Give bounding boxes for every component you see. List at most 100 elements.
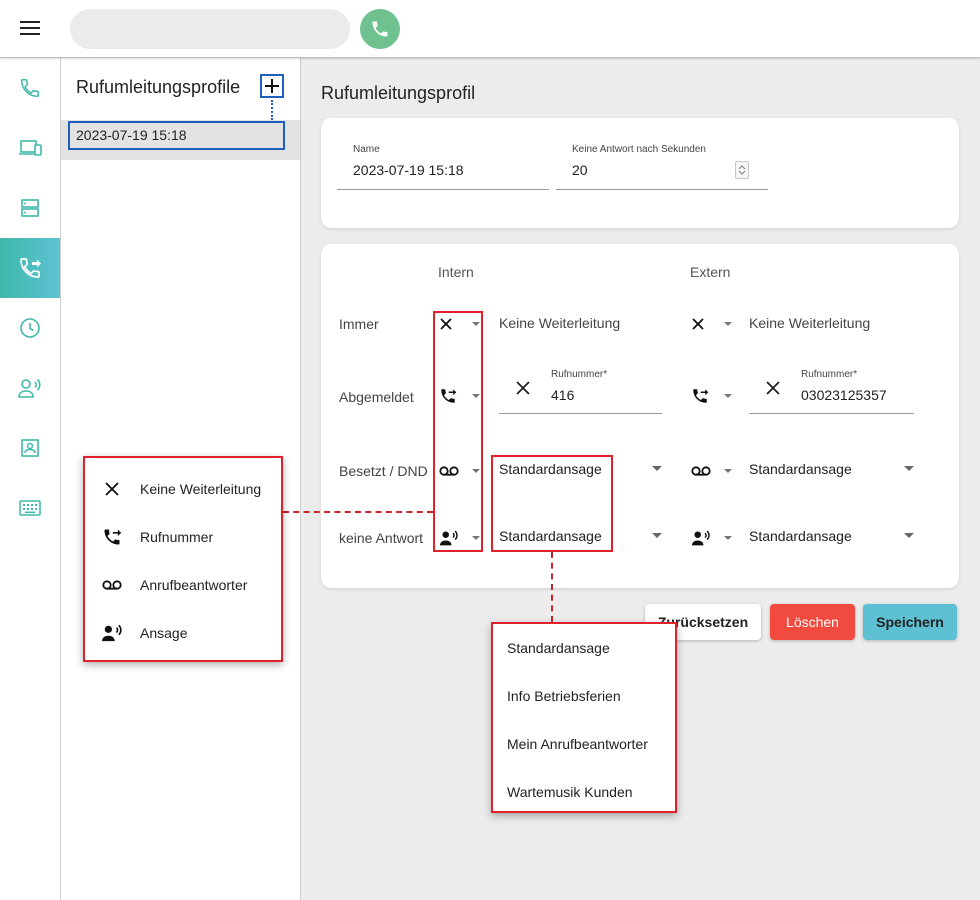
extern-no-answer-announcement-select[interactable]: Standardansage [741,523,919,549]
voicemail-icon [691,466,711,476]
rail-item-history[interactable] [0,298,60,358]
top-bar [0,0,980,58]
intern-type-column-highlight [433,311,483,552]
devices-icon [19,140,42,156]
rail-item-phone[interactable] [0,58,60,118]
page-title: Rufumleitungsprofil [321,83,476,103]
menu-item-standard-announcement[interactable]: Standardansage [493,624,675,672]
extern-busy-type-select[interactable] [691,459,733,483]
delete-button[interactable]: Löschen [770,604,855,640]
rail-item-server[interactable] [0,178,60,238]
extern-always-value: Keine Weiterleitung [749,315,871,331]
intern-number-field[interactable]: 416 [551,387,574,403]
stepper-arrows-icon [738,165,746,175]
chevron-down-icon [904,466,914,471]
timeout-stepper[interactable] [735,161,749,179]
profile-list-item-label: 2023-07-19 15:18 [68,121,285,150]
chevron-down-icon [724,536,732,540]
chevron-down-icon [652,466,662,471]
extern-number-field[interactable]: 03023125357 [801,387,887,403]
menu-item-label: Rufnummer [140,529,214,545]
timeout-field-label: Keine Antwort nach Sekunden [572,144,706,155]
extern-busy-announcement-select[interactable]: Standardansage [741,456,919,482]
menu-item-label: Keine Weiterleitung [140,481,262,497]
call-forward-icon [693,389,709,403]
row-label-busy: Besetzt / DND [339,463,428,479]
menu-item-holiday-info[interactable]: Info Betriebsferien [493,672,675,720]
menu-item-label: Anrufbeantworter [140,577,248,593]
extern-busy-announcement-value: Standardansage [749,461,852,477]
close-icon [516,381,530,395]
profile-settings-card: Name 2023-07-19 15:18 Keine Antwort nach… [321,118,959,228]
close-icon [105,482,119,496]
menu-item-label: Info Betriebsferien [507,688,621,704]
menu-item-my-voicemail[interactable]: Mein Anrufbeantworter [493,720,675,768]
announcement-icon [692,530,710,546]
name-field-underline [337,189,549,190]
rail-item-contacts[interactable] [0,418,60,478]
row-label-always: Immer [339,316,379,332]
close-icon [692,318,704,330]
announcement-icon [102,624,122,642]
menu-button[interactable] [14,13,46,43]
extern-no-answer-type-select[interactable] [691,526,733,550]
keyboard-icon [19,500,41,516]
profile-list-item[interactable]: 2023-07-19 15:18 [61,120,300,160]
call-button[interactable] [360,9,400,49]
save-button[interactable]: Speichern [863,604,957,640]
extern-no-answer-announcement-value: Standardansage [749,528,852,544]
menu-item-no-forwarding[interactable]: Keine Weiterleitung [85,465,281,513]
announcement-menu-connector [551,552,553,622]
call-forward-icon [104,529,122,545]
rail-item-keypad[interactable] [0,478,60,538]
call-forward-icon [20,258,41,278]
contacts-icon [21,439,39,457]
extern-number-underline [749,413,914,414]
plus-icon [265,79,279,93]
menu-item-label: Mein Anrufbeantworter [507,736,648,752]
profile-list-title: Rufumleitungsprofile [76,77,241,97]
announcement-menu: Standardansage Info Betriebsferien Mein … [491,622,677,813]
extern-number-label: Rufnummer* [801,369,858,380]
voicemail-icon [102,580,122,590]
forwarding-type-menu: Keine Weiterleitung Rufnummer Anrufbeant… [83,456,283,662]
rail-item-devices[interactable] [0,118,60,178]
menu-item-voicemail[interactable]: Anrufbeantworter [85,561,281,609]
row-label-logged-off: Abgemeldet [339,389,414,405]
chevron-down-icon [724,394,732,398]
menu-item-label: Wartemusik Kunden [507,784,633,800]
clock-icon [20,318,40,338]
intern-number-underline [499,413,662,414]
server-icon [21,199,39,217]
intern-number-label: Rufnummer* [551,369,608,380]
type-menu-connector [283,511,433,513]
add-highlight-connector [271,100,273,120]
search-input[interactable] [70,9,350,49]
menu-item-announcement[interactable]: Ansage [85,609,281,657]
phone-icon [21,79,39,97]
timeout-field[interactable]: 20 [572,162,588,178]
column-header-extern: Extern [690,264,731,280]
chevron-down-icon [904,533,914,538]
chevron-down-icon [724,322,732,326]
extern-always-type-select[interactable] [691,312,733,336]
rail-item-announcements[interactable] [0,358,60,418]
add-profile-button[interactable] [260,74,284,98]
extern-number-clear-button[interactable] [765,380,781,401]
announcement-select-highlight [491,455,613,552]
menu-item-label: Standardansage [507,640,610,656]
chevron-down-icon [724,469,732,473]
announcement-icon [18,378,41,398]
menu-item-phone-number[interactable]: Rufnummer [85,513,281,561]
rail-item-call-forwarding[interactable] [0,238,60,298]
name-field-label: Name [353,144,380,155]
extern-logged-off-type-select[interactable] [691,384,733,408]
chevron-down-icon [652,533,662,538]
intern-number-clear-button[interactable] [515,380,531,401]
phone-icon [372,21,388,37]
name-field[interactable]: 2023-07-19 15:18 [353,162,464,178]
intern-always-value: Keine Weiterleitung [499,315,621,331]
menu-item-hold-music[interactable]: Wartemusik Kunden [493,768,675,816]
navigation-rail [0,58,61,900]
forwarding-matrix-card: Intern Extern Immer Keine Weiterleitung … [321,244,959,588]
